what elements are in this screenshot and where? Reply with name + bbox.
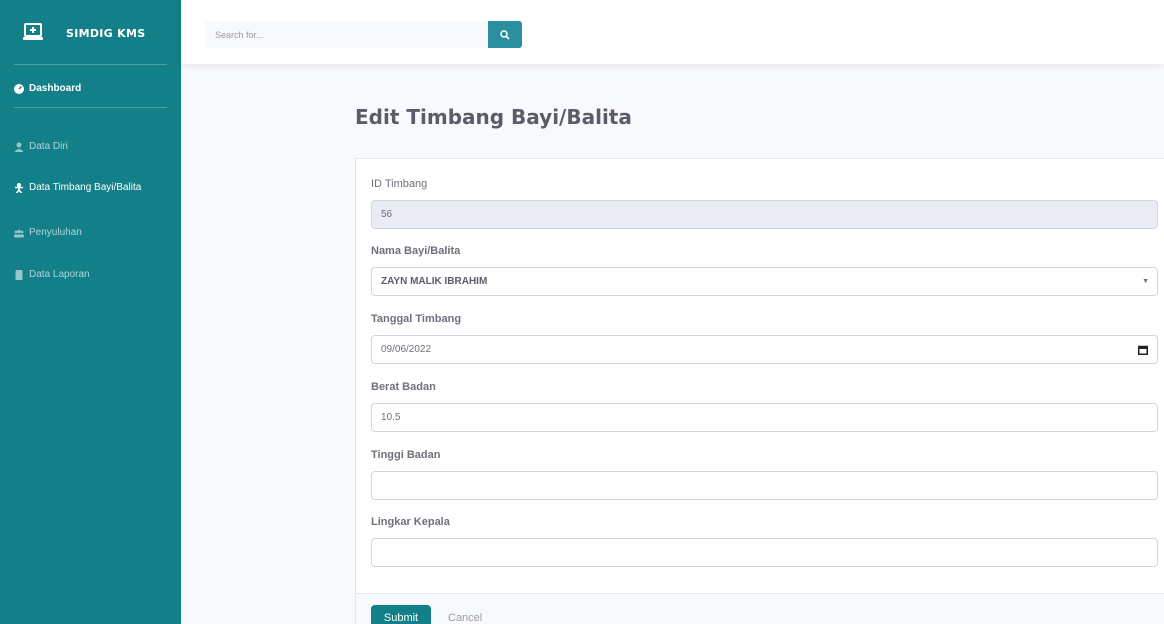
sidebar-item-label: Data Diri [29, 141, 68, 152]
sidebar-divider [14, 107, 167, 108]
search-input[interactable] [205, 21, 488, 48]
search-button[interactable] [488, 21, 522, 48]
id-timbang-field: 56 [371, 200, 1158, 229]
sidebar: SIMDIG KMS Dashboard Data Diri Data Timb… [0, 0, 181, 624]
lingkar-kepala-input[interactable] [371, 538, 1158, 567]
tachometer-icon [14, 83, 24, 94]
id-timbang-value: 56 [381, 209, 393, 220]
berat-badan-label: Berat Badan [371, 381, 436, 393]
sidebar-item-dashboard[interactable]: Dashboard [14, 83, 81, 94]
user-icon [14, 142, 24, 152]
page-title: Edit Timbang Bayi/Balita [355, 105, 632, 129]
berat-badan-value: 10.5 [381, 412, 401, 423]
brand[interactable]: SIMDIG KMS [0, 0, 181, 64]
tanggal-timbang-input[interactable]: 09/06/2022 [371, 335, 1158, 364]
medical-laptop-icon [23, 23, 43, 40]
tanggal-timbang-value: 09/06/2022 [381, 344, 432, 355]
sidebar-item-label: Dashboard [29, 83, 82, 94]
sidebar-divider [14, 64, 167, 65]
brand-name: SIMDIG KMS [66, 27, 146, 40]
sidebar-item-label: Data Timbang Bayi/Balita [29, 182, 142, 193]
tanggal-timbang-label: Tanggal Timbang [371, 313, 462, 325]
users-icon [14, 229, 24, 237]
id-timbang-label: ID Timbang [371, 178, 428, 190]
sidebar-item-data-laporan[interactable]: Data Laporan [14, 269, 90, 280]
sidebar-item-label: Data Laporan [29, 269, 90, 280]
nama-bayi-select[interactable]: ZAYN MALIK IBRAHIM ▼ [371, 267, 1158, 296]
sidebar-item-penyuluhan[interactable]: Penyuluhan [14, 227, 82, 238]
cancel-link[interactable]: Cancel [448, 612, 482, 624]
topbar [181, 0, 1164, 64]
berat-badan-input[interactable]: 10.5 [371, 403, 1158, 432]
tinggi-badan-input[interactable] [371, 471, 1158, 500]
search-icon [500, 29, 510, 40]
nama-bayi-label: Nama Bayi/Balita [371, 245, 461, 257]
tinggi-badan-label: Tinggi Badan [371, 449, 441, 461]
calendar-icon[interactable] [1138, 345, 1148, 355]
baby-icon [15, 182, 23, 193]
sidebar-item-data-timbang[interactable]: Data Timbang Bayi/Balita [14, 182, 141, 193]
submit-button[interactable]: Submit [371, 605, 431, 624]
lingkar-kepala-label: Lingkar Kepala [371, 516, 450, 528]
nama-bayi-value: ZAYN MALIK IBRAHIM [381, 276, 488, 287]
chevron-down-icon: ▼ [1142, 278, 1149, 285]
sidebar-item-data-diri[interactable]: Data Diri [14, 141, 68, 152]
file-icon [15, 269, 23, 280]
sidebar-item-label: Penyuluhan [29, 227, 82, 238]
edit-form-card: ID Timbang 56 Nama Bayi/Balita ZAYN MALI… [355, 158, 1164, 624]
